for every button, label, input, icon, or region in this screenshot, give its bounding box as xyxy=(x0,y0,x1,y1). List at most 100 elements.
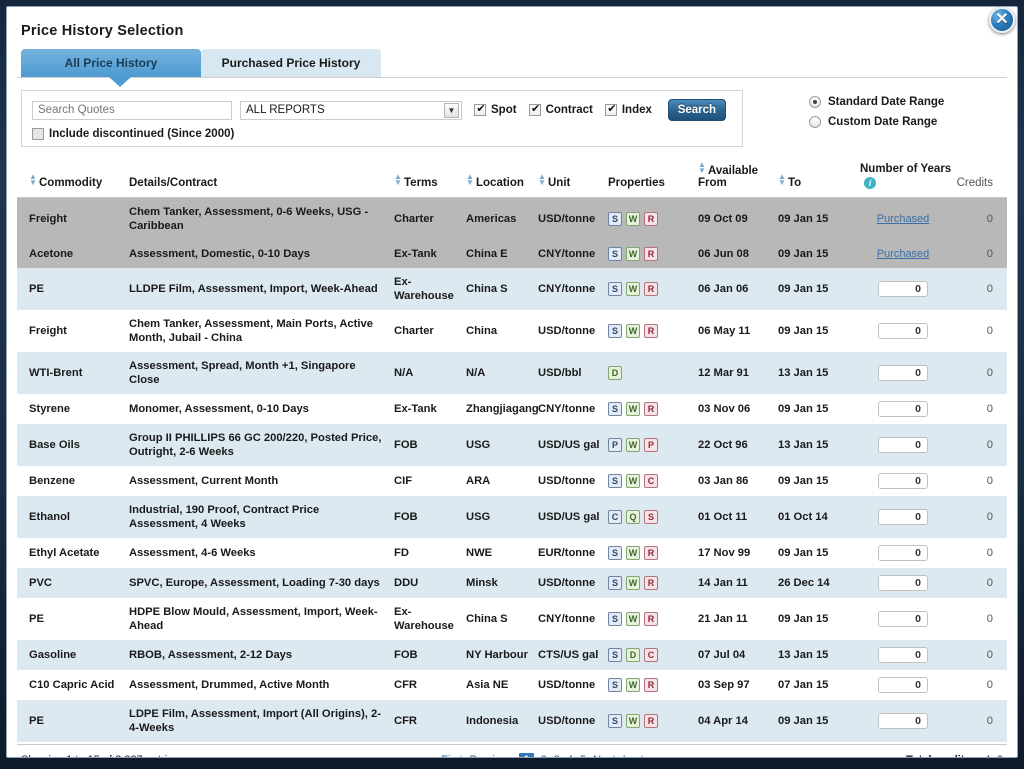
years-input[interactable]: 0 xyxy=(878,677,928,693)
property-badge-s[interactable]: S xyxy=(608,247,622,261)
filter-contract[interactable]: Contract xyxy=(528,102,593,116)
property-badge-s[interactable]: S xyxy=(608,648,622,662)
property-badge-s[interactable]: S xyxy=(608,402,622,416)
property-badge-w[interactable]: W xyxy=(626,212,640,226)
property-badge-s[interactable]: S xyxy=(608,212,622,226)
property-badge-w[interactable]: W xyxy=(626,324,640,338)
years-input[interactable]: 0 xyxy=(878,647,928,663)
col-unit[interactable]: ▲ ▼ Unit xyxy=(538,157,608,198)
property-badge-r[interactable]: R xyxy=(644,576,658,590)
sort-icon[interactable]: ▲ ▼ xyxy=(698,161,706,175)
property-badge-r[interactable]: R xyxy=(644,212,658,226)
sort-icon[interactable]: ▲ ▼ xyxy=(394,173,402,187)
years-input[interactable]: 0 xyxy=(878,713,928,729)
search-button[interactable]: Search xyxy=(667,99,726,121)
pager-previous[interactable]: Previous xyxy=(470,754,513,757)
property-badge-w[interactable]: W xyxy=(626,678,640,692)
report-select[interactable]: ALL REPORTS ▼ xyxy=(240,100,462,120)
filter-index[interactable]: Index xyxy=(604,102,652,116)
table-row[interactable]: PE LDPE Film, Assessment, Import (All Ori… xyxy=(17,700,1007,742)
chevron-down-icon[interactable]: ▼ xyxy=(444,102,459,118)
col-to[interactable]: ▲ ▼ To xyxy=(778,157,860,198)
pager-page-5[interactable]: 5 xyxy=(580,754,586,757)
pager-last[interactable]: Last xyxy=(623,754,644,757)
years-input[interactable]: 0 xyxy=(878,509,928,525)
checkbox-contract[interactable] xyxy=(528,102,542,116)
property-badge-w[interactable]: W xyxy=(626,474,640,488)
pager-next[interactable]: Next xyxy=(593,754,616,757)
radio-custom-date-range-input[interactable] xyxy=(809,116,821,128)
filter-spot[interactable]: Spot xyxy=(474,102,517,116)
pager-page-1[interactable]: 1 xyxy=(519,753,534,757)
years-input[interactable]: 0 xyxy=(878,437,928,453)
years-input[interactable]: 0 xyxy=(878,365,928,381)
property-badge-s[interactable]: S xyxy=(608,576,622,590)
table-row[interactable]: Freight Chem Tanker, Assessment, 0-6 Week… xyxy=(17,197,1007,240)
table-row[interactable]: Benzene Assessment, Current Month CIF ARA US… xyxy=(17,466,1007,496)
checkbox-index[interactable] xyxy=(604,102,618,116)
property-badge-w[interactable]: W xyxy=(626,612,640,626)
property-badge-w[interactable]: W xyxy=(626,714,640,728)
years-input[interactable]: 0 xyxy=(878,281,928,297)
property-badge-s[interactable]: S xyxy=(608,612,622,626)
property-badge-p[interactable]: P xyxy=(644,438,658,452)
property-badge-s[interactable]: S xyxy=(608,678,622,692)
table-row[interactable]: WTI-Brent Assessment, Spread, Month +1, S… xyxy=(17,352,1007,394)
col-commodity[interactable]: ▲ ▼ Commodity xyxy=(17,157,129,198)
property-badge-r[interactable]: R xyxy=(644,402,658,416)
property-badge-s[interactable]: S xyxy=(608,282,622,296)
years-input[interactable]: 0 xyxy=(878,545,928,561)
include-discontinued-row[interactable]: Include discontinued (Since 2000) xyxy=(32,128,732,140)
property-badge-w[interactable]: W xyxy=(626,546,640,560)
property-badge-w[interactable]: W xyxy=(626,402,640,416)
property-badge-s[interactable]: S xyxy=(608,474,622,488)
table-row[interactable]: Ethanol Industrial, 190 Proof, Contract P… xyxy=(17,496,1007,538)
table-row[interactable]: Base Oils Group II PHILLIPS 66 GC 200/220… xyxy=(17,424,1007,466)
table-row[interactable]: PVC SPVC, Europe, Assessment, Loading 7-3… xyxy=(17,568,1007,598)
property-badge-w[interactable]: W xyxy=(626,282,640,296)
sort-icon[interactable]: ▲ ▼ xyxy=(778,173,786,187)
purchased-link[interactable]: Purchased xyxy=(877,248,930,260)
table-row[interactable]: Gasoline RBOB, Assessment, 2-12 Days FOB NY… xyxy=(17,640,1007,670)
years-input[interactable]: 0 xyxy=(878,473,928,489)
sort-icon[interactable]: ▲ ▼ xyxy=(538,173,546,187)
property-badge-r[interactable]: R xyxy=(644,612,658,626)
property-badge-d[interactable]: D xyxy=(608,366,622,380)
col-location[interactable]: ▲ ▼ Location xyxy=(466,157,538,198)
tab-all-price-history[interactable]: All Price History xyxy=(21,49,201,77)
table-row[interactable]: Styrene Monomer, Assessment, 0-10 Days Ex-… xyxy=(17,394,1007,424)
years-input[interactable]: 0 xyxy=(878,323,928,339)
radio-custom-date-range[interactable]: Custom Date Range xyxy=(809,116,944,128)
table-row[interactable]: Ethyl Acetate Assessment, 4-6 Weeks FD NWE E… xyxy=(17,538,1007,568)
table-row[interactable]: Acetone Assessment, Domestic, 0-10 Days Ex… xyxy=(17,240,1007,268)
property-badge-s[interactable]: S xyxy=(608,714,622,728)
property-badge-p[interactable]: P xyxy=(608,438,622,452)
property-badge-s[interactable]: S xyxy=(608,546,622,560)
table-row[interactable]: Freight Chem Tanker, Assessment, Main Por… xyxy=(17,310,1007,352)
tab-purchased-price-history[interactable]: Purchased Price History xyxy=(201,49,381,77)
table-row[interactable]: C10 Capric Acid Assessment, Drummed, Acti… xyxy=(17,670,1007,700)
pager-page-2[interactable]: 2 xyxy=(541,754,547,757)
property-badge-r[interactable]: R xyxy=(644,678,658,692)
pager-page-3[interactable]: 3 xyxy=(554,754,560,757)
col-available-from[interactable]: ▲ ▼ Available From xyxy=(698,157,778,198)
years-input[interactable]: 0 xyxy=(878,401,928,417)
property-badge-c[interactable]: C xyxy=(644,648,658,662)
property-badge-r[interactable]: R xyxy=(644,324,658,338)
info-icon[interactable]: i xyxy=(864,177,876,189)
property-badge-r[interactable]: R xyxy=(644,546,658,560)
property-badge-r[interactable]: R xyxy=(644,282,658,296)
property-badge-c[interactable]: C xyxy=(608,510,622,524)
years-input[interactable]: 0 xyxy=(878,575,928,591)
col-terms[interactable]: ▲ ▼ Terms xyxy=(394,157,466,198)
property-badge-c[interactable]: C xyxy=(644,474,658,488)
property-badge-q[interactable]: Q xyxy=(626,510,640,524)
sort-icon[interactable]: ▲ ▼ xyxy=(466,173,474,187)
search-input[interactable] xyxy=(32,100,232,120)
property-badge-r[interactable]: R xyxy=(644,247,658,261)
property-badge-s[interactable]: S xyxy=(644,510,658,524)
property-badge-s[interactable]: S xyxy=(608,324,622,338)
years-input[interactable]: 0 xyxy=(878,611,928,627)
property-badge-w[interactable]: W xyxy=(626,247,640,261)
table-row[interactable]: PE LLDPE Film, Assessment, Import, Week-A… xyxy=(17,268,1007,310)
